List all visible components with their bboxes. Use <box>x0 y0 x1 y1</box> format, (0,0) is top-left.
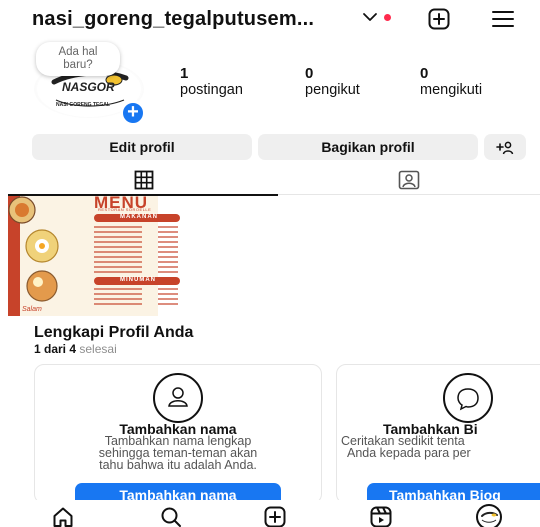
add-bio-desc-2: Anda kepada para per <box>347 446 471 460</box>
complete-profile-title: Lengkapi Profil Anda <box>34 324 194 341</box>
note-text-line2: baru? <box>63 59 93 71</box>
followers-label: pengikut <box>305 82 360 98</box>
tagged-person-icon[interactable] <box>398 170 420 195</box>
home-icon[interactable] <box>52 506 74 527</box>
post-section-drink: MINUMAN <box>120 277 156 283</box>
tab-divider <box>278 194 540 195</box>
posts-stat[interactable]: 1 postingan <box>180 65 243 99</box>
share-profile-button[interactable]: Bagikan profil <box>258 134 478 160</box>
avatar-logo-subtext: NASI GORENG TEGAL <box>56 102 110 108</box>
following-stat[interactable]: 0 mengikuti <box>420 65 483 99</box>
speech-bubble-icon <box>443 373 493 423</box>
top-header: nasi_goreng_tegalputusem... <box>0 0 540 40</box>
add-name-card: Tambahkan nama Tambahkan nama lengkap se… <box>34 364 322 504</box>
grid-icon[interactable] <box>134 170 154 195</box>
note-text-line1: Ada hal <box>58 46 98 58</box>
progress-status: selesai <box>79 342 117 356</box>
add-story-badge[interactable]: + <box>120 100 146 126</box>
add-name-desc-3: tahu bahwa itu adalah Anda. <box>99 458 257 472</box>
following-label: mengikuti <box>420 82 483 98</box>
notification-dot <box>384 14 391 21</box>
add-person-icon <box>496 139 514 155</box>
progress-count: 1 dari 4 <box>34 342 77 356</box>
reels-icon[interactable] <box>370 506 392 527</box>
post-menu-subtitle: RESTORAN SOROELLE <box>98 207 152 212</box>
add-bio-card: Tambahkan Bi Ceritakan sedikit tenta And… <box>336 364 540 504</box>
complete-profile-progress: 1 dari 4 selesai <box>34 342 117 356</box>
post-thumbnail[interactable]: MENU RESTORAN SOROELLE MAKANAN MINUMAN S… <box>8 196 189 316</box>
followers-stat[interactable]: 0 pengikut <box>305 65 360 99</box>
post-footer-text: Salam <box>22 306 42 313</box>
note-bubble[interactable]: Ada hal baru? <box>36 42 120 76</box>
avatar-logo-text: NASGOR <box>62 80 115 94</box>
create-post-icon[interactable] <box>264 506 286 527</box>
discover-people-button[interactable] <box>484 134 526 160</box>
following-count: 0 <box>420 65 429 82</box>
search-icon[interactable] <box>160 506 182 527</box>
username-title[interactable]: nasi_goreng_tegalputusem... <box>32 8 314 31</box>
bottom-navigation <box>0 500 540 527</box>
posts-count: 1 <box>180 65 189 82</box>
followers-count: 0 <box>305 65 314 82</box>
post-section-food: MAKANAN <box>120 214 158 220</box>
person-outline-icon <box>153 373 203 423</box>
profile-avatar-icon[interactable] <box>476 504 502 527</box>
edit-profile-button[interactable]: Edit profil <box>32 134 252 160</box>
chevron-down-icon[interactable] <box>362 10 378 29</box>
hamburger-menu-icon[interactable] <box>492 10 514 33</box>
posts-label: postingan <box>180 82 243 98</box>
plus-square-icon[interactable] <box>428 8 450 35</box>
